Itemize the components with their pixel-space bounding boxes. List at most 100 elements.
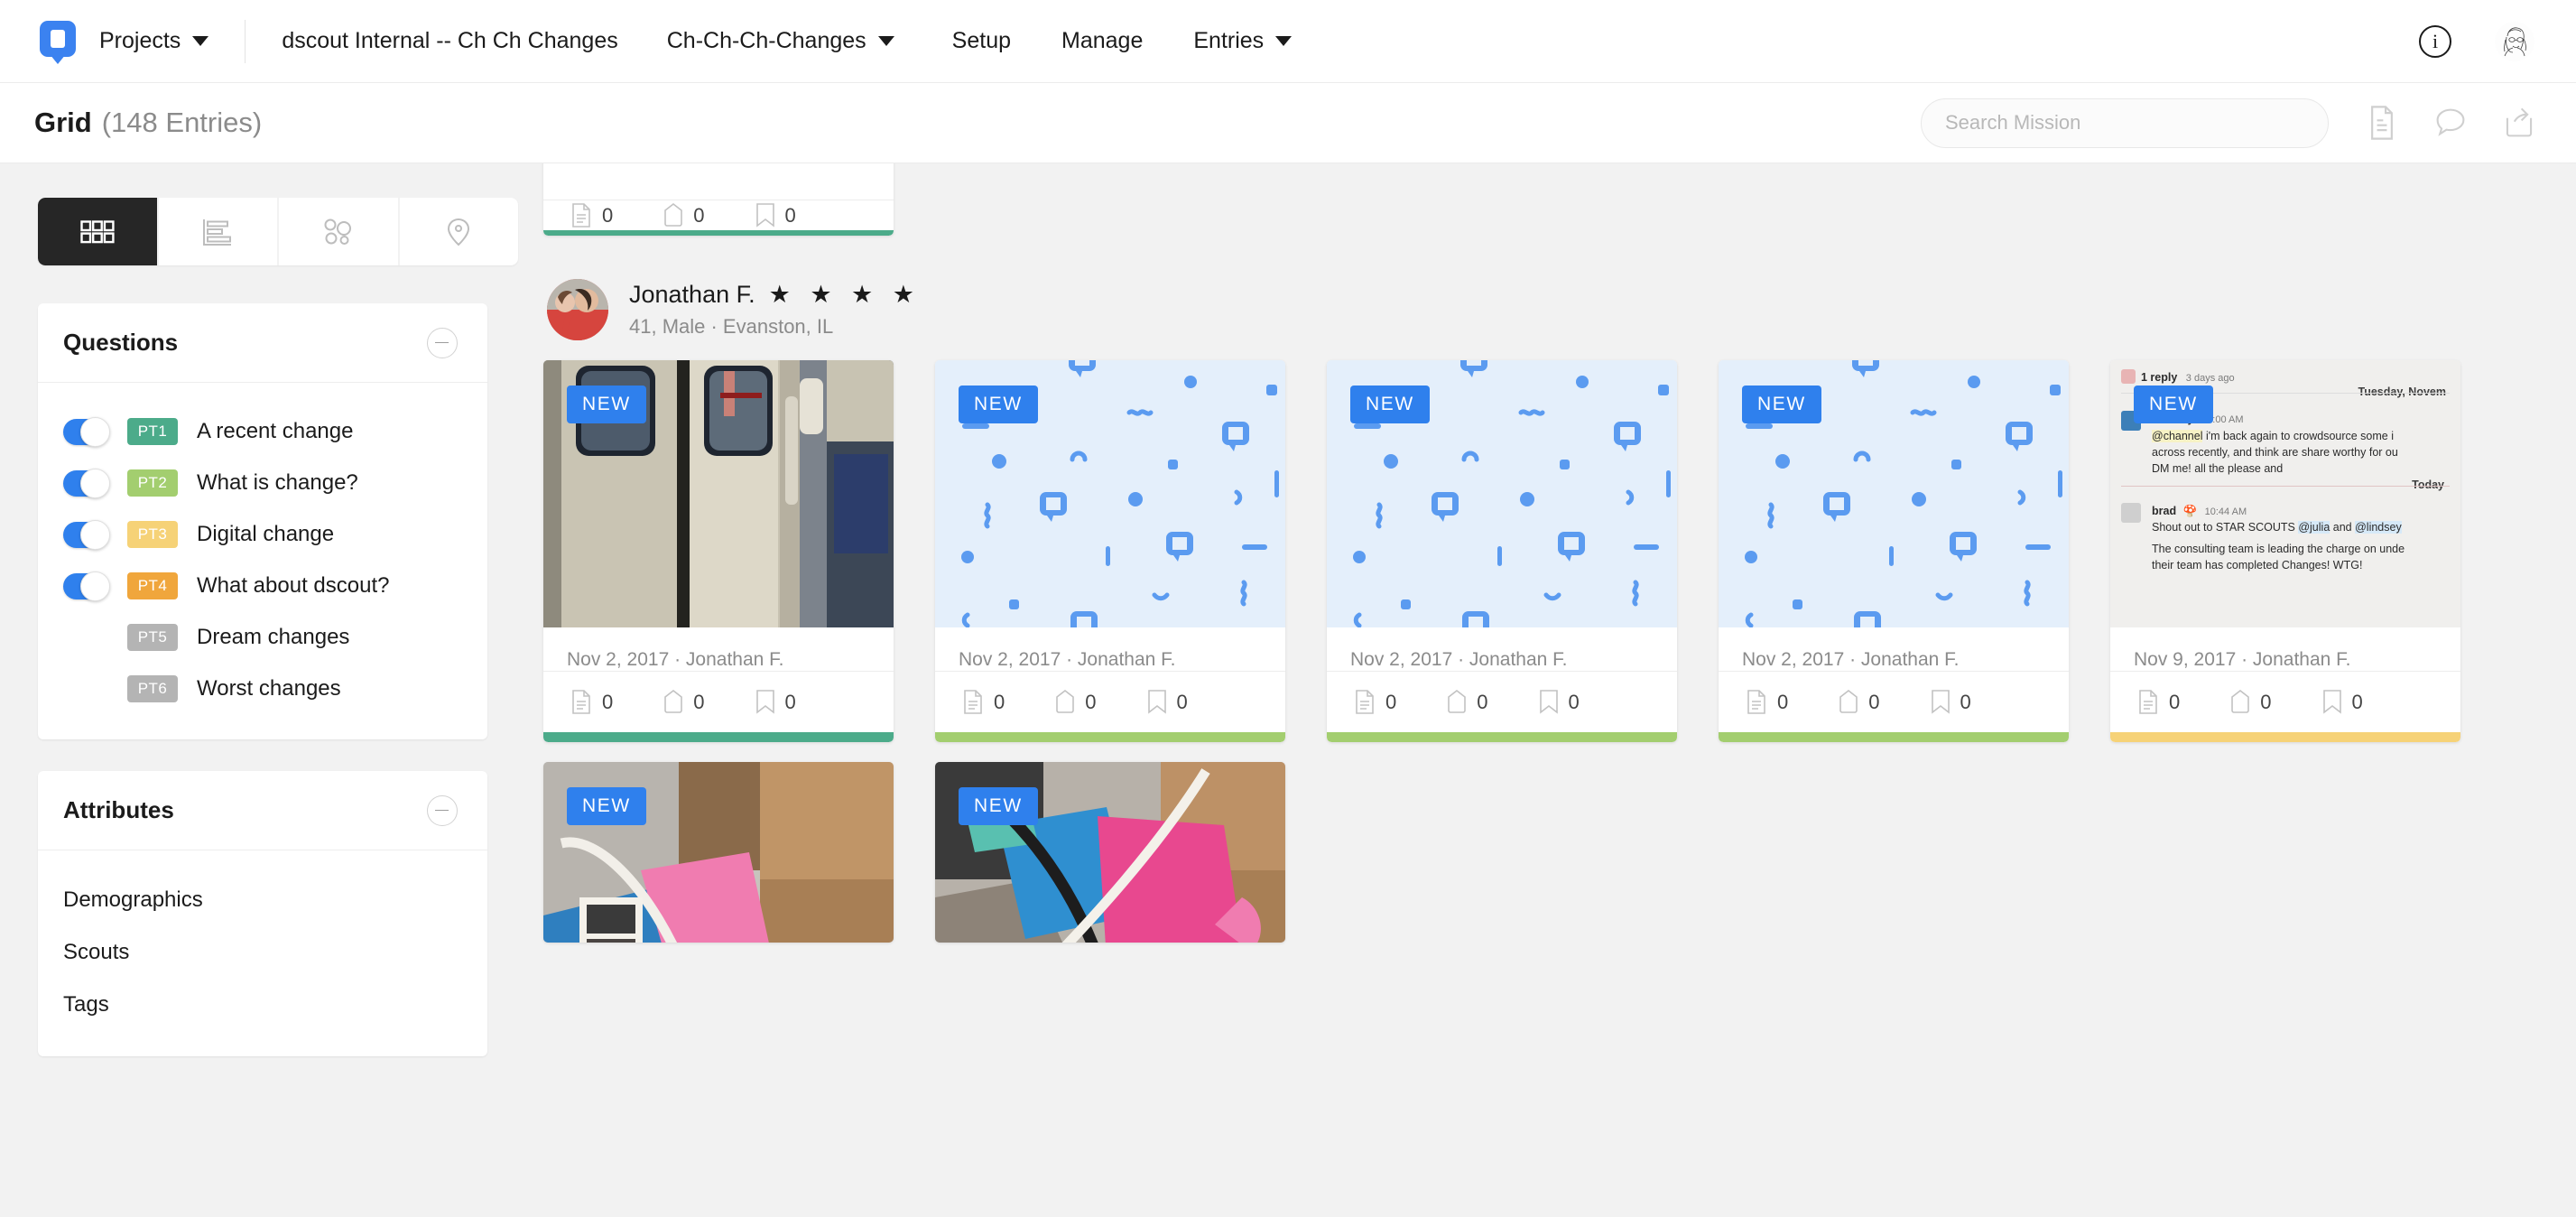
- entry-card-footer: 0 0 0: [935, 671, 1285, 732]
- entry-card[interactable]: NEW Nov 2, 2017 · Jonathan F. 0 0 0: [1327, 360, 1677, 742]
- tab-setup[interactable]: Setup: [952, 28, 1011, 54]
- entry-thumbnail[interactable]: NEW: [543, 762, 894, 943]
- bookmarks-count[interactable]: 0: [2322, 690, 2363, 714]
- map-pin-icon: [448, 218, 470, 246]
- tab-entries[interactable]: Entries: [1193, 28, 1293, 54]
- questions-list: PT1 A recent change PT2 What is change? …: [38, 383, 487, 739]
- bookmarks-count[interactable]: 0: [1539, 690, 1580, 714]
- search-input[interactable]: Search Mission: [1921, 98, 2329, 148]
- topnav-right-actions: i: [2419, 21, 2534, 61]
- notes-count[interactable]: 0: [570, 203, 613, 228]
- document-icon[interactable]: [2367, 106, 2397, 140]
- question-label-pt6: Worst changes: [197, 676, 341, 701]
- list-view-tab[interactable]: [158, 198, 277, 265]
- tag-icon: [664, 690, 683, 713]
- bookmarks-count[interactable]: 0: [1147, 690, 1188, 714]
- attribute-item-scouts[interactable]: Scouts: [38, 932, 487, 973]
- entry-category-bar: [1719, 732, 2069, 742]
- tags-count[interactable]: 0: [2230, 690, 2272, 714]
- notes-count[interactable]: 0: [962, 690, 1005, 714]
- notes-count[interactable]: 0: [2137, 690, 2180, 714]
- entry-card-partial[interactable]: 0 0 0: [543, 163, 894, 236]
- question-row-pt3[interactable]: PT3 Digital change: [38, 514, 487, 555]
- question-row-pt4[interactable]: PT4 What about dscout?: [38, 565, 487, 607]
- mission-name-label: Ch-Ch-Ch-Changes: [666, 28, 866, 53]
- question-toggle-pt3[interactable]: [63, 519, 110, 550]
- notes-count[interactable]: 0: [1354, 690, 1396, 714]
- bookmarks-count-value: 0: [1960, 690, 1971, 713]
- notes-count[interactable]: 0: [1746, 690, 1788, 714]
- question-row-pt2[interactable]: PT2 What is change?: [38, 462, 487, 504]
- question-toggle-pt1[interactable]: [63, 416, 110, 447]
- user-avatar[interactable]: [2495, 21, 2534, 61]
- tags-count[interactable]: 0: [663, 203, 705, 228]
- entry-card-footer: 0 0 0: [1719, 671, 2069, 732]
- question-row-pt1[interactable]: PT1 A recent change: [38, 411, 487, 452]
- chevron-down-icon: [192, 36, 209, 46]
- notes-icon: [2139, 690, 2157, 714]
- projects-label: Projects: [99, 28, 181, 53]
- subheader-actions: Search Mission: [1921, 98, 2534, 148]
- tags-count[interactable]: 0: [1839, 690, 1880, 714]
- notes-icon: [572, 690, 590, 714]
- attribute-item-demographics[interactable]: Demographics: [38, 879, 487, 921]
- participant-name: Jonathan F.: [629, 281, 755, 308]
- share-icon[interactable]: [2504, 106, 2534, 140]
- grid-icon: [80, 219, 115, 243]
- question-row-pt6[interactable]: PT6 Worst changes: [38, 668, 487, 710]
- tags-count[interactable]: 0: [1447, 690, 1488, 714]
- tags-count[interactable]: 0: [663, 690, 705, 714]
- collapse-attributes-button[interactable]: [427, 794, 458, 826]
- question-label-pt1: A recent change: [197, 419, 354, 443]
- collapse-questions-button[interactable]: [427, 327, 458, 358]
- entry-thumbnail[interactable]: NEW: [543, 360, 894, 627]
- slack-text-2a: Shout out to STAR SCOUTS: [2152, 521, 2295, 534]
- grid-view-tab[interactable]: [38, 198, 157, 265]
- question-row-pt5[interactable]: PT5 Dream changes: [38, 617, 487, 658]
- attributes-panel: Attributes Demographics Scouts Tags: [38, 771, 487, 1056]
- question-badge-pt3: PT3: [127, 521, 178, 548]
- entry-card-meta: Nov 2, 2017 · Jonathan F.: [1719, 627, 2069, 671]
- slack-text-1a: i'm back again to crowdsource some i: [2205, 430, 2395, 442]
- bookmarks-count[interactable]: 0: [1931, 690, 1971, 714]
- entry-card[interactable]: NEW: [543, 762, 894, 943]
- cluster-view-tab[interactable]: [279, 198, 398, 265]
- entry-category-bar: [2110, 732, 2460, 742]
- entry-card[interactable]: NEW Nov 2, 2017 · Jonathan F. 0 0 0: [1719, 360, 2069, 742]
- info-icon[interactable]: i: [2419, 24, 2451, 58]
- entry-card[interactable]: NEW Nov 2, 2017 · Jonathan F. 0 0 0: [935, 360, 1285, 742]
- tags-count[interactable]: 0: [1055, 690, 1097, 714]
- attribute-item-tags[interactable]: Tags: [38, 984, 487, 1026]
- slack-mention-lindsey: @lindsey: [2355, 521, 2402, 534]
- tab-manage[interactable]: Manage: [1061, 28, 1143, 54]
- projects-menu[interactable]: Projects: [99, 28, 209, 54]
- entry-category-bar: [543, 230, 894, 236]
- bookmarks-count[interactable]: 0: [755, 690, 796, 714]
- entry-thumbnail[interactable]: 1 reply 3 days ago Tuesday, Novem delane…: [2110, 360, 2460, 627]
- bookmarks-count[interactable]: 0: [755, 203, 796, 228]
- entry-thumbnail[interactable]: NEW: [935, 762, 1285, 943]
- entry-thumbnail[interactable]: [543, 163, 894, 200]
- question-badge-pt4: PT4: [127, 572, 178, 599]
- entry-date: Nov 2, 2017 · Jonathan F.: [959, 649, 1176, 670]
- mission-menu[interactable]: Ch-Ch-Ch-Changes: [667, 28, 894, 54]
- nav-divider: [245, 19, 246, 63]
- question-toggle-pt4[interactable]: [63, 571, 110, 601]
- entry-card[interactable]: 1 reply 3 days ago Tuesday, Novem delane…: [2110, 360, 2460, 742]
- participant-avatar[interactable]: [547, 279, 608, 340]
- breadcrumb-project-name[interactable]: dscout Internal -- Ch Ch Changes: [282, 28, 617, 54]
- entry-card[interactable]: NEW Nov 2, 2017 · Jonathan F. 0 0 0: [543, 360, 894, 742]
- entry-card[interactable]: NEW: [935, 762, 1285, 943]
- notes-count[interactable]: 0: [570, 690, 613, 714]
- question-toggle-pt2[interactable]: [63, 468, 110, 498]
- question-label-pt3: Digital change: [197, 522, 335, 546]
- entry-thumbnail[interactable]: NEW: [1719, 360, 2069, 627]
- slack-reply-age: 3 days ago: [2185, 373, 2235, 384]
- map-view-tab[interactable]: [399, 198, 518, 265]
- slack-text-1b: across recently, and think are share wor…: [2152, 446, 2398, 460]
- dscout-logo-icon[interactable]: [40, 20, 76, 64]
- entry-thumbnail[interactable]: NEW: [935, 360, 1285, 627]
- entry-thumbnail[interactable]: NEW: [1327, 360, 1677, 627]
- comment-icon[interactable]: [2435, 106, 2466, 140]
- info-glyph: i: [2432, 29, 2439, 52]
